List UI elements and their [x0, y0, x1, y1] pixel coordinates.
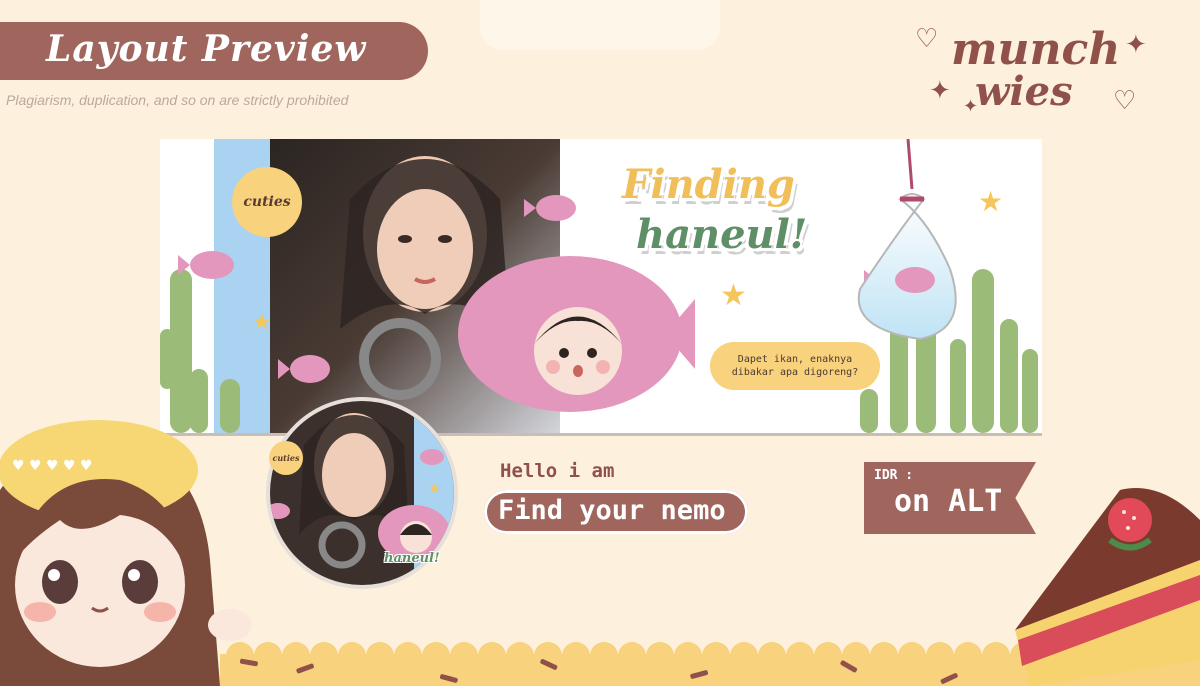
- avatar-cuties-badge: cuties: [269, 441, 303, 475]
- fish-bag-icon: [857, 139, 957, 341]
- copyright-notice: Plagiarism, duplication, and so on are s…: [6, 92, 349, 108]
- scalloped-border: [220, 642, 1200, 686]
- sparkle-icon: ✦: [1125, 30, 1147, 60]
- title-banner: Layout Preview: [0, 22, 428, 80]
- banner-title-line-1: Finding: [622, 161, 795, 208]
- face-front: [377, 189, 473, 309]
- sparkle-icon: ✦: [929, 76, 951, 106]
- speech-line-2: dibakar apa digoreng?: [731, 367, 859, 378]
- svg-text:★: ★: [720, 278, 747, 313]
- svg-text:★: ★: [252, 310, 272, 335]
- profile-banner: ★ ★ ★ cuties Finding haneul! Dapet ikan,…: [160, 139, 1042, 433]
- page-title: Layout Preview: [46, 28, 367, 70]
- top-glow: [480, 0, 720, 50]
- greeting-text: Hello i am: [500, 460, 615, 482]
- price-label: IDR :: [874, 468, 914, 483]
- cake-icon: [1015, 488, 1200, 686]
- price-tag: IDR : on ALT: [864, 462, 1036, 534]
- avatar: ★ cuties haneul!: [264, 395, 460, 591]
- svg-text:★: ★: [978, 185, 1003, 218]
- speech-line-1: Dapet ikan, enaknya: [737, 354, 853, 365]
- heart-icon: ♡: [915, 24, 939, 54]
- fish-icon: [458, 256, 695, 412]
- svg-text:★: ★: [428, 481, 441, 497]
- heart-icon: ♡: [1113, 86, 1137, 116]
- avatar-tag: haneul!: [384, 551, 440, 566]
- display-name: Find your nemo: [498, 495, 726, 526]
- brand-line-2: wies: [975, 68, 1073, 115]
- banner-title-line-2: haneul!: [636, 211, 808, 258]
- speech-bubble: Dapet ikan, enaknya dibakar apa digoreng…: [710, 342, 880, 390]
- svg-text:♥ ♥ ♥ ♥ ♥: ♥ ♥ ♥ ♥ ♥: [12, 458, 93, 474]
- brand-logo: ♡ munch ✦ ✦ ✦ wies ♡: [915, 22, 1155, 132]
- cuties-badge: cuties: [232, 167, 302, 237]
- chibi-girl-icon: ♥ ♥ ♥ ♥ ♥: [0, 420, 252, 686]
- name-pill: Find your nemo: [484, 490, 748, 534]
- price-value: on ALT: [894, 484, 1003, 519]
